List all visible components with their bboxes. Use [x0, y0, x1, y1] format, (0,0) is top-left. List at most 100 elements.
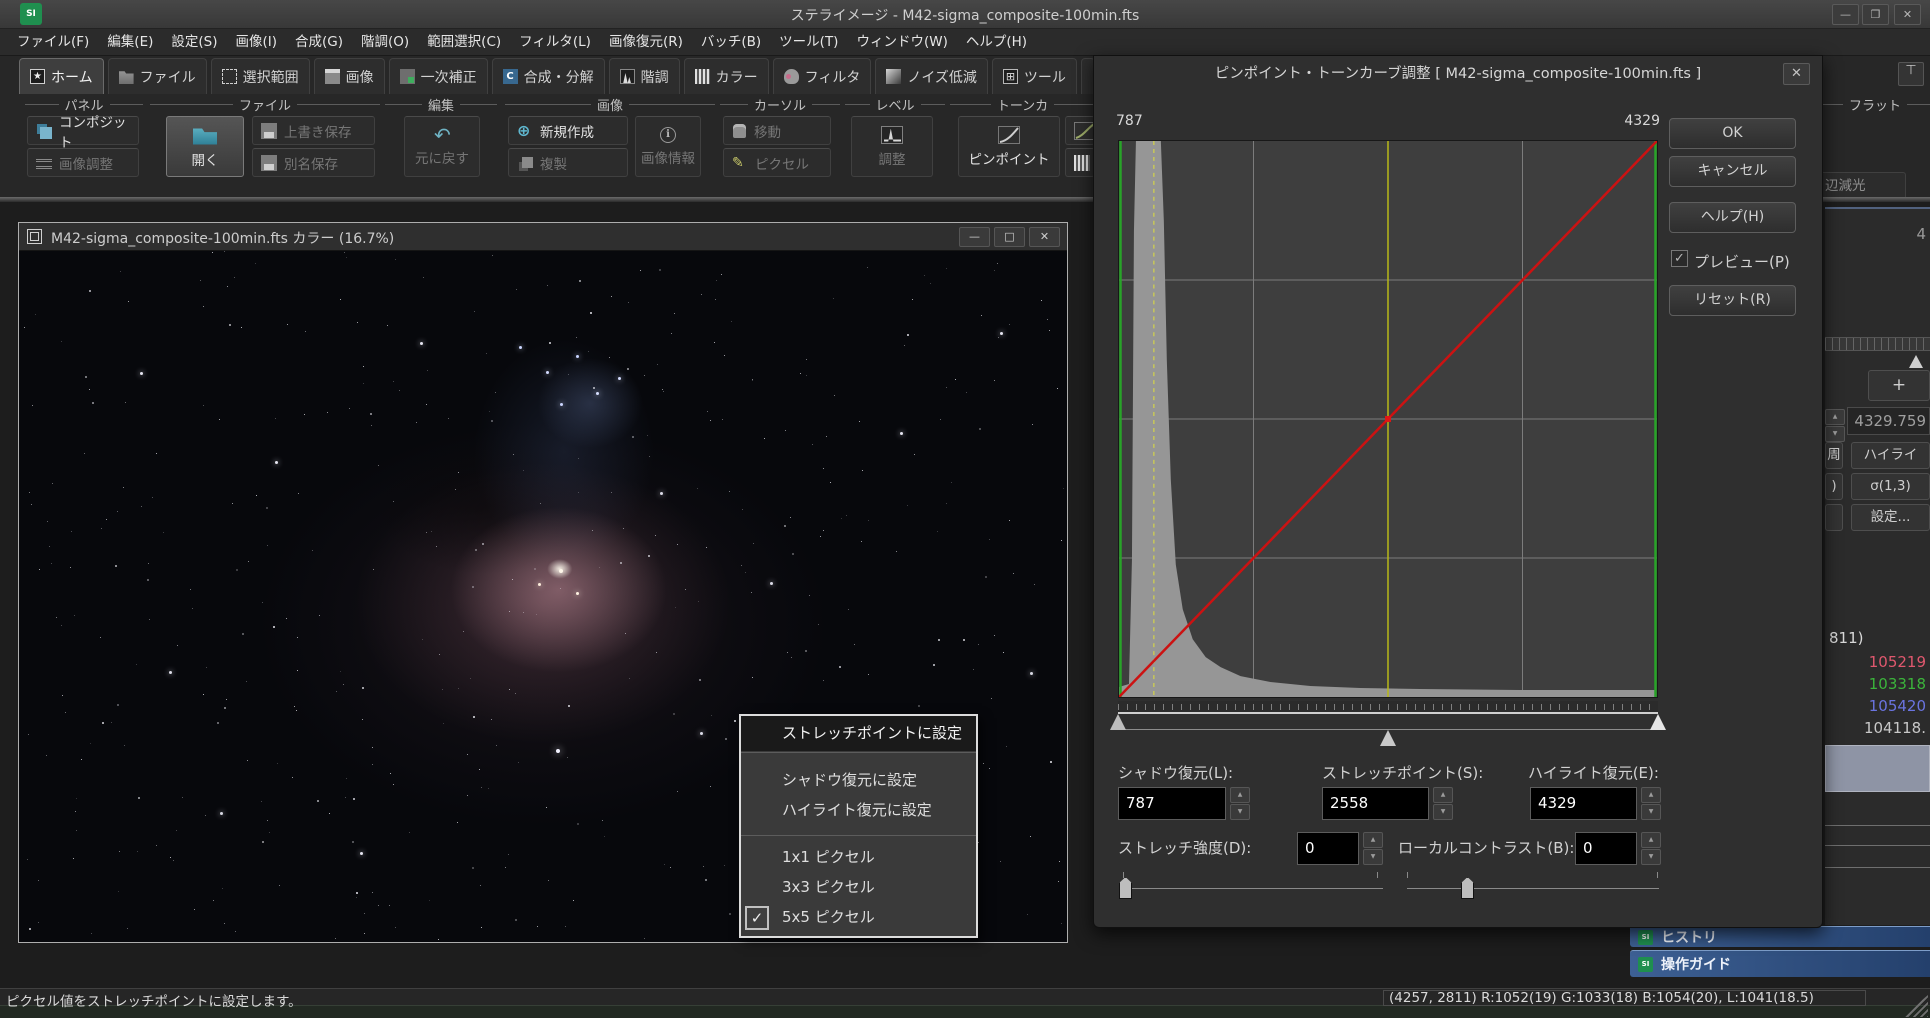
- menu-item-set-shadow-restore[interactable]: シャドウ復元に設定: [741, 766, 976, 795]
- tab-color[interactable]: カラー: [684, 58, 769, 94]
- panel-partial-button-3[interactable]: [1825, 504, 1843, 531]
- tab-filter[interactable]: フィルタ: [773, 58, 872, 94]
- pixel-button[interactable]: ✎ピクセル: [723, 148, 831, 177]
- tab-gradation[interactable]: 階調: [609, 58, 680, 94]
- menu-window[interactable]: ウィンドウ(W): [847, 29, 956, 55]
- menu-edit[interactable]: 編集(E): [98, 29, 162, 55]
- tonecurve-extra-button-2[interactable]: [1065, 148, 1095, 177]
- menu-item-set-highlight-restore[interactable]: ハイライト復元に設定: [741, 796, 976, 825]
- undo-button[interactable]: ↶元に戻す: [404, 116, 480, 177]
- local-contrast-slider[interactable]: [1407, 888, 1659, 889]
- open-button[interactable]: 開く: [166, 116, 244, 177]
- image-info-button[interactable]: i画像情報: [635, 116, 701, 177]
- panel-partial-button-1[interactable]: 周: [1825, 442, 1843, 469]
- stretch-point-input[interactable]: 2558: [1322, 787, 1429, 820]
- local-contrast-spinner[interactable]: ▲▼: [1641, 832, 1661, 865]
- menu-gradation[interactable]: 階調(O): [352, 29, 418, 55]
- highlight-marker-handle[interactable]: [1650, 714, 1666, 730]
- menu-item-5x5-pixel[interactable]: 5x5 ピクセル: [741, 903, 976, 932]
- highlight-spinner[interactable]: ▲▼: [1641, 787, 1661, 820]
- tonecurve-extra-button-1[interactable]: [1065, 116, 1095, 145]
- overwrite-save-button[interactable]: 上書き保存: [252, 116, 375, 145]
- tab-image[interactable]: 画像: [314, 58, 385, 94]
- menu-help[interactable]: ヘルプ(H): [957, 29, 1036, 55]
- composite-panel-button[interactable]: コンポジット: [27, 116, 139, 145]
- level-adjust-button[interactable]: 調整: [851, 116, 933, 177]
- local-contrast-slider-thumb[interactable]: [1461, 877, 1474, 899]
- group-label: カーソル: [720, 96, 840, 112]
- image-maximize-button[interactable]: □: [994, 227, 1025, 247]
- preview-checkbox[interactable]: ✓: [1671, 250, 1688, 267]
- menu-tools[interactable]: ツール(T): [770, 29, 847, 55]
- shadow-restore-input[interactable]: 787: [1118, 787, 1226, 820]
- tab-compose-decompose[interactable]: C合成・分解: [492, 58, 605, 94]
- image-adjust-panel-button[interactable]: 画像調整: [27, 148, 139, 177]
- tab-file[interactable]: ファイル: [108, 58, 207, 94]
- panel-spinner[interactable]: ▲▼: [1825, 409, 1845, 442]
- reset-button[interactable]: リセット(R): [1669, 285, 1796, 316]
- save-as-button[interactable]: 別名保存: [252, 148, 375, 177]
- image-close-button[interactable]: ✕: [1029, 227, 1060, 247]
- tab-home[interactable]: ★ホーム: [19, 58, 104, 94]
- stretch-point-spinner[interactable]: ▲▼: [1433, 787, 1453, 820]
- ribbon-pin-icon[interactable]: ⊤: [1898, 62, 1924, 86]
- menu-composite[interactable]: 合成(G): [286, 29, 352, 55]
- tab-selection[interactable]: 選択範囲: [211, 58, 310, 94]
- move-button[interactable]: 移動: [723, 116, 831, 145]
- panel-plus-button[interactable]: +: [1868, 370, 1930, 401]
- tone-curve-histogram-plot[interactable]: [1118, 140, 1658, 698]
- menu-restore[interactable]: 画像復元(R): [600, 29, 692, 55]
- menu-selection[interactable]: 範囲選択(C): [418, 29, 510, 55]
- group-label: 画像: [505, 96, 715, 112]
- tab-tools[interactable]: ⊞ツール: [992, 58, 1077, 94]
- panel-sigma-button[interactable]: σ(1,3): [1851, 473, 1930, 500]
- dialog-close-icon[interactable]: ✕: [1783, 63, 1810, 85]
- stretch-strength-input[interactable]: 0: [1297, 832, 1359, 865]
- shadow-marker-handle[interactable]: [1110, 714, 1126, 730]
- button-label: ピンポイント: [969, 148, 1050, 168]
- history-panel-bar[interactable]: SI ヒストリ: [1630, 926, 1930, 947]
- menu-item-3x3-pixel[interactable]: 3x3 ピクセル: [741, 873, 976, 902]
- stretch-strength-spinner[interactable]: ▲▼: [1363, 832, 1383, 865]
- pinpoint-button[interactable]: ピンポイント: [958, 116, 1060, 177]
- highlight-restore-input[interactable]: 4329: [1530, 787, 1637, 820]
- menu-item-1x1-pixel[interactable]: 1x1 ピクセル: [741, 843, 976, 872]
- minimize-button[interactable]: —: [1832, 4, 1859, 25]
- panel-value-field[interactable]: 4329.759: [1847, 407, 1930, 435]
- panel-highlight-button[interactable]: ハイライ: [1851, 442, 1930, 469]
- ribbon-group-panel: パネル コンポジット 画像調整: [25, 96, 143, 200]
- help-button[interactable]: ヘルプ(H): [1669, 202, 1796, 233]
- stretch-strength-slider-thumb[interactable]: [1119, 877, 1132, 899]
- panel-marker-handle[interactable]: [1909, 355, 1923, 368]
- stretch-point-handle[interactable]: [1380, 730, 1396, 746]
- close-button[interactable]: ✕: [1894, 4, 1921, 25]
- image-window-titlebar[interactable]: M42-sigma_composite-100min.fts カラー (16.7…: [19, 223, 1067, 251]
- home-icon: ★: [30, 69, 45, 84]
- new-image-button[interactable]: ⊕新規作成: [508, 116, 628, 145]
- panel-settings-button[interactable]: 設定...: [1851, 504, 1930, 531]
- slider-tick: [1123, 872, 1124, 878]
- image-minimize-button[interactable]: —: [959, 227, 990, 247]
- ok-button[interactable]: OK: [1669, 118, 1796, 149]
- menu-filter[interactable]: フィルタ(L): [510, 29, 600, 55]
- menu-item-set-stretch-point[interactable]: ストレッチポイントに設定: [741, 716, 976, 751]
- panel-selected-row[interactable]: [1825, 745, 1930, 792]
- menu-file[interactable]: ファイル(F): [8, 29, 98, 55]
- slider-tick: [1407, 872, 1408, 878]
- restore-button[interactable]: ❐: [1862, 4, 1889, 25]
- cancel-button[interactable]: キャンセル: [1669, 156, 1796, 187]
- dialog-title[interactable]: ピンポイント・トーンカーブ調整 [ M42-sigma_composite-10…: [1094, 56, 1822, 92]
- shadow-spinner[interactable]: ▲▼: [1230, 787, 1250, 820]
- stretch-strength-slider[interactable]: [1123, 888, 1383, 889]
- duplicate-button[interactable]: 複製: [508, 148, 628, 177]
- tab-primary-correction[interactable]: 一次補正: [389, 58, 488, 94]
- panel-partial-button-2[interactable]: ): [1825, 473, 1843, 500]
- menu-image[interactable]: 画像(I): [227, 29, 287, 55]
- menu-batch[interactable]: バッチ(B): [692, 29, 770, 55]
- local-contrast-input[interactable]: 0: [1575, 832, 1637, 865]
- histogram-ruler: [1118, 701, 1658, 714]
- panel-partial-value: 4: [1916, 225, 1926, 243]
- operation-guide-bar[interactable]: SI 操作ガイド: [1630, 950, 1930, 977]
- tab-noise-reduction[interactable]: ノイズ低減: [875, 58, 988, 94]
- menu-settings[interactable]: 設定(S): [162, 29, 226, 55]
